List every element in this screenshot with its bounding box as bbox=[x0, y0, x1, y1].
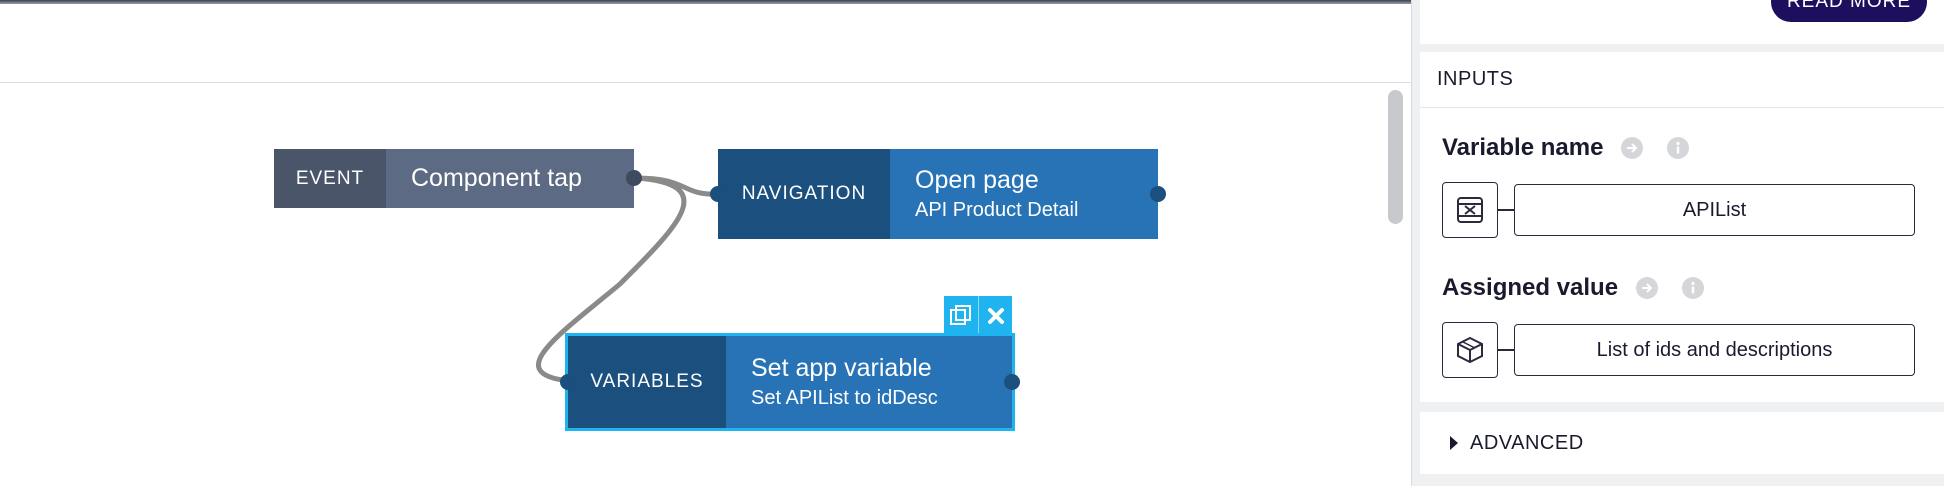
copy-icon[interactable] bbox=[944, 296, 978, 336]
navigation-node-category: NAVIGATION bbox=[718, 149, 890, 239]
variable-name-field: APIList bbox=[1442, 182, 1915, 238]
advanced-label: ADVANCED bbox=[1470, 431, 1584, 454]
variable-name-value[interactable]: APIList bbox=[1514, 184, 1915, 236]
field-connector bbox=[1498, 209, 1514, 211]
variable-icon[interactable] bbox=[1442, 182, 1498, 238]
variables-input-port[interactable] bbox=[560, 374, 576, 390]
event-node[interactable]: EVENT Component tap bbox=[274, 149, 642, 208]
caret-right-icon bbox=[1450, 436, 1458, 450]
assigned-value-value[interactable]: List of ids and descriptions bbox=[1514, 324, 1915, 376]
navigation-node-title: Open page bbox=[915, 166, 1039, 194]
bind-arrow-icon[interactable] bbox=[1621, 137, 1644, 159]
event-node-title: Component tap bbox=[411, 164, 582, 192]
variable-name-label: Variable name bbox=[1442, 134, 1604, 161]
read-more-button[interactable]: READ MORE bbox=[1771, 0, 1927, 22]
arrow-right-icon bbox=[1642, 283, 1653, 293]
assigned-value-label-row: Assigned value bbox=[1442, 274, 1705, 302]
event-node-category: EVENT bbox=[274, 149, 386, 208]
variables-node-title: Set app variable bbox=[751, 354, 932, 382]
info-icon[interactable] bbox=[1667, 137, 1690, 159]
navigation-output-port[interactable] bbox=[1150, 186, 1166, 202]
close-icon bbox=[987, 308, 1004, 324]
variables-node-category: VARIABLES bbox=[568, 336, 726, 428]
advanced-toggle[interactable]: ADVANCED bbox=[1420, 412, 1944, 474]
navigation-node-subtitle: API Product Detail bbox=[915, 199, 1079, 221]
panel-top-section: READ MORE bbox=[1420, 0, 1944, 44]
cube-icon bbox=[1457, 336, 1483, 364]
variables-node[interactable]: VARIABLES Set app variable Set APIList t… bbox=[560, 333, 1020, 431]
navigation-input-port[interactable] bbox=[710, 186, 726, 202]
navigation-node[interactable]: NAVIGATION Open page API Product Detail bbox=[710, 149, 1166, 239]
arrow-right-icon bbox=[1627, 143, 1638, 153]
inputs-header: INPUTS bbox=[1420, 52, 1944, 108]
variable-name-label-row: Variable name bbox=[1442, 134, 1690, 162]
variable-icon bbox=[1457, 197, 1483, 223]
info-icon bbox=[1676, 141, 1681, 154]
assigned-value-label: Assigned value bbox=[1442, 274, 1619, 301]
close-icon[interactable] bbox=[978, 296, 1012, 336]
field-connector bbox=[1498, 349, 1514, 351]
copy-icon bbox=[950, 305, 971, 325]
assigned-value-field: List of ids and descriptions bbox=[1442, 322, 1915, 378]
node-actions bbox=[944, 296, 1012, 336]
info-icon[interactable] bbox=[1682, 277, 1705, 299]
info-icon bbox=[1691, 281, 1695, 294]
variables-output-port[interactable] bbox=[1004, 374, 1020, 390]
canvas-scrollbar-thumb[interactable] bbox=[1388, 90, 1403, 224]
properties-panel: READ MORE INPUTS Variable name APIList A… bbox=[1411, 0, 1944, 486]
cube-icon[interactable] bbox=[1442, 322, 1498, 378]
variables-node-subtitle: Set APIList to idDesc bbox=[751, 387, 938, 409]
logic-canvas[interactable]: EVENT Component tap NAVIGATION Open page… bbox=[0, 84, 1411, 486]
bind-arrow-icon[interactable] bbox=[1636, 277, 1659, 299]
editor-toolbar-area bbox=[0, 4, 1411, 83]
event-output-port[interactable] bbox=[626, 170, 642, 186]
inputs-section: INPUTS Variable name APIList Assigned va… bbox=[1420, 52, 1944, 402]
